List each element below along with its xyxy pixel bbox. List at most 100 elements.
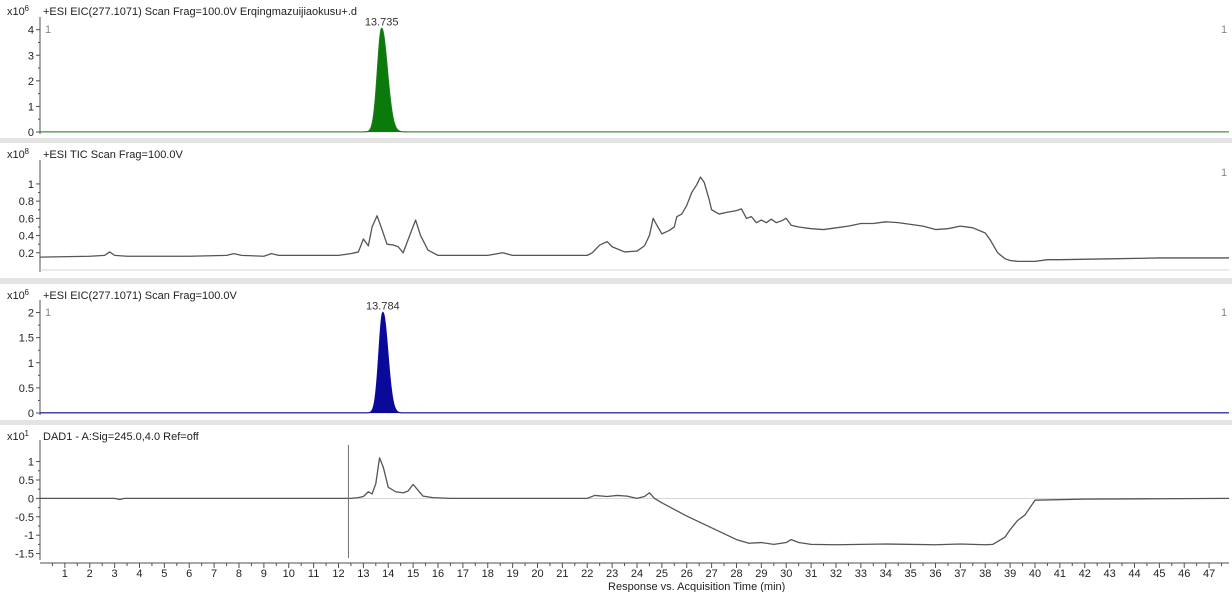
x-tick-label: 34: [880, 568, 892, 580]
y-tick-label: 1: [28, 457, 34, 469]
x-tick-label: 37: [954, 568, 966, 580]
x-tick-label: 28: [730, 568, 742, 580]
x-tick-label: 12: [332, 568, 344, 580]
y-scale-label: x10: [7, 431, 25, 443]
corner-label-right: 1: [1221, 167, 1227, 179]
y-tick-label: -0.5: [15, 512, 34, 524]
panel-title: +ESI EIC(277.1071) Scan Frag=100.0V Erqi…: [43, 6, 357, 18]
x-tick-label: 23: [606, 568, 618, 580]
x-tick-label: 39: [1004, 568, 1016, 580]
x-tick-label: 21: [556, 568, 568, 580]
corner-label-right: 1: [1221, 24, 1227, 36]
y-tick-label: 1: [28, 101, 34, 113]
x-tick-label: 22: [581, 568, 593, 580]
corner-label-left: 1: [45, 24, 51, 36]
y-tick-label: 1: [28, 358, 34, 370]
panel-title: +ESI TIC Scan Frag=100.0V: [43, 149, 183, 161]
x-axis: 1 2 3 4 5 6 7 8 9 10 11 12 13 14 15 16 17 18 19 20 21 22 23 24 2…: [40, 562, 1229, 592]
x-tick-label: 7: [211, 568, 217, 580]
x-tick-label: 26: [681, 568, 693, 580]
series-line: [40, 311, 1229, 414]
peak-rt-label: 13.784: [366, 301, 400, 313]
y-tick-label: 0: [28, 127, 34, 139]
x-tick-label: 10: [283, 568, 295, 580]
x-tick-label: 42: [1079, 568, 1091, 580]
x-tick-label: 40: [1029, 568, 1041, 580]
y-scale-exponent: 8: [25, 147, 30, 156]
chart-panel-2: x10 8 +ESI TIC Scan Frag=100.0V 1 0.2 0.4 0.6 0…: [7, 147, 1229, 272]
x-tick-label: 32: [830, 568, 842, 580]
y-tick-label: 4: [28, 25, 34, 37]
y-tick-label: 0.8: [19, 196, 34, 208]
y-scale-label: x10: [7, 149, 25, 161]
panel-title: +ESI EIC(277.1071) Scan Frag=100.0V: [43, 290, 238, 302]
y-tick-label: 0: [28, 493, 34, 505]
y-tick-label: 2: [28, 308, 34, 320]
chart-panel-3: x10 6 +ESI EIC(277.1071) Scan Frag=100.0V 1…: [7, 288, 1229, 420]
x-tick-label: 4: [136, 568, 142, 580]
y-scale-exponent: 6: [25, 4, 30, 13]
x-tick-label: 36: [929, 568, 941, 580]
x-tick-label: 13: [357, 568, 369, 580]
y-scale-label: x10: [7, 290, 25, 302]
y-scale-exponent: 1: [25, 429, 30, 438]
series-line: [40, 27, 1229, 133]
x-tick-label: 19: [506, 568, 518, 580]
chromatogram-plot: x10 6 +ESI EIC(277.1071) Scan Frag=100.0V …: [0, 4, 1232, 592]
x-tick-label: 25: [656, 568, 668, 580]
x-tick-label: 33: [855, 568, 867, 580]
chart-panel-1: x10 6 +ESI EIC(277.1071) Scan Frag=100.0V …: [7, 4, 1229, 139]
peak-rt-label: 13.735: [365, 16, 399, 28]
x-tick-label: 6: [186, 568, 192, 580]
x-tick-label: 17: [457, 568, 469, 580]
y-scale-label: x10: [7, 6, 25, 18]
panel-title: DAD1 - A:Sig=245.0,4.0 Ref=off: [43, 431, 200, 443]
chart-panel-4: x10 1 DAD1 - A:Sig=245.0,4.0 Ref=off-1.5-1…: [7, 429, 1230, 561]
x-tick-label: 38: [979, 568, 991, 580]
x-tick-label: 11: [308, 568, 319, 580]
x-tick-label: 2: [87, 568, 93, 580]
x-tick-label: 9: [261, 568, 267, 580]
x-axis-label: Response vs. Acquisition Time (min): [608, 581, 785, 592]
x-tick-label: 5: [161, 568, 167, 580]
x-tick-label: 47: [1203, 568, 1215, 580]
x-tick-label: 14: [382, 568, 394, 580]
y-tick-label: 1.5: [19, 333, 34, 345]
x-tick-label: 45: [1153, 568, 1165, 580]
x-tick-label: 44: [1128, 568, 1140, 580]
panel-separator: [0, 420, 1232, 425]
corner-label-left: 1: [45, 307, 51, 319]
x-tick-label: 29: [755, 568, 767, 580]
x-tick-label: 35: [904, 568, 916, 580]
panel-separator: [0, 278, 1232, 284]
corner-label-right: 1: [1221, 307, 1227, 319]
y-tick-label: 0.5: [19, 475, 34, 487]
x-tick-label: 1: [62, 568, 68, 580]
x-tick-label: 46: [1178, 568, 1190, 580]
y-tick-label: 2: [28, 76, 34, 88]
y-tick-label: 0.2: [19, 248, 34, 260]
x-tick-label: 8: [236, 568, 242, 580]
x-tick-label: 27: [705, 568, 717, 580]
x-tick-label: 20: [531, 568, 543, 580]
x-tick-label: 43: [1103, 568, 1115, 580]
y-tick-label: 0.6: [19, 213, 34, 225]
y-scale-exponent: 6: [25, 288, 30, 297]
x-tick-label: 16: [432, 568, 444, 580]
series-line: [39, 176, 1229, 263]
panel-separator: [0, 138, 1232, 143]
y-tick-label: 0.5: [19, 383, 34, 395]
x-tick-label: 18: [482, 568, 494, 580]
y-tick-label: 0.4: [19, 231, 34, 243]
y-tick-label: 1: [28, 179, 34, 191]
y-tick-label: -1.5: [15, 549, 34, 561]
x-tick-label: 15: [407, 568, 419, 580]
y-tick-label: -1: [24, 530, 34, 542]
x-tick-label: 30: [780, 568, 792, 580]
x-tick-label: 3: [112, 568, 118, 580]
x-tick-label: 24: [631, 568, 643, 580]
y-tick-label: 0: [28, 408, 34, 420]
y-tick-label: 3: [28, 50, 34, 62]
x-tick-label: 41: [1054, 568, 1066, 580]
series-line: [40, 457, 1230, 546]
